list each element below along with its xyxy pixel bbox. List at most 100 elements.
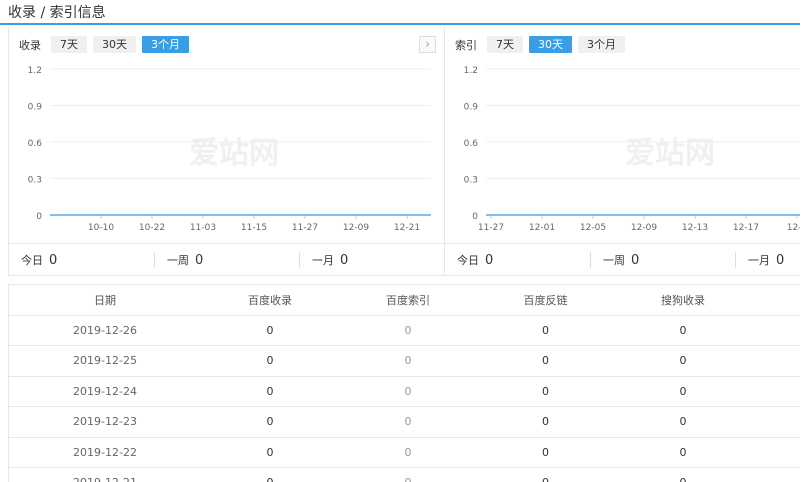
value-cell: 0 bbox=[339, 467, 477, 482]
chevron-right-icon[interactable]: › bbox=[419, 36, 436, 53]
stat-label: 一周 bbox=[167, 254, 189, 267]
watermark-text: 爱站网 bbox=[625, 136, 715, 171]
value-cell bbox=[752, 345, 800, 377]
date-cell: 2019-12-25 bbox=[9, 345, 201, 377]
column-header[interactable]: 日期 bbox=[9, 285, 201, 316]
title-underline bbox=[0, 23, 800, 25]
y-tick-label: 0.6 bbox=[464, 139, 479, 149]
column-header[interactable]: 百度索引 bbox=[339, 285, 477, 316]
stat-today: 今日 0 bbox=[9, 252, 154, 268]
watermark-text: 爱站网 bbox=[189, 136, 279, 171]
value-cell: 0 bbox=[614, 345, 752, 377]
y-tick-label: 1.2 bbox=[464, 66, 478, 76]
value-cell: 0 bbox=[339, 437, 477, 468]
value-cell: 0 bbox=[201, 437, 339, 468]
index-label: 索引 bbox=[455, 38, 477, 52]
y-tick-label: 0.3 bbox=[28, 176, 42, 186]
stat-month: 一月 0 bbox=[735, 252, 800, 268]
y-tick-label: 1.2 bbox=[28, 66, 42, 76]
stat-week: 一周 0 bbox=[154, 252, 299, 268]
value-cell: 0 bbox=[201, 467, 339, 482]
stat-value: 0 bbox=[195, 252, 204, 268]
table-row: 2019-12-22 0 0 0 0 bbox=[9, 437, 800, 468]
tab-30-days[interactable]: 30天 bbox=[93, 36, 136, 53]
page-title: 收录 / 索引信息 bbox=[8, 5, 106, 21]
x-tick-label: 12-05 bbox=[580, 223, 606, 233]
y-tick-label: 0.9 bbox=[464, 103, 479, 113]
table-header-row: 日期百度收录百度索引百度反链搜狗收录3 bbox=[9, 285, 800, 316]
stat-label: 一月 bbox=[312, 254, 334, 267]
index-count-label: 收录 bbox=[19, 38, 41, 52]
value-cell: 0 bbox=[477, 315, 614, 346]
date-cell: 2019-12-23 bbox=[9, 406, 201, 438]
x-tick-label: 11-15 bbox=[241, 223, 267, 233]
x-tick-label: 12-01 bbox=[529, 223, 555, 233]
index-count-tabs: 收录 7天 30天 3个月 bbox=[19, 36, 189, 53]
date-cell: 2019-12-21 bbox=[9, 467, 201, 482]
value-cell: 0 bbox=[614, 406, 752, 438]
x-tick-label: 11-27 bbox=[478, 223, 504, 233]
value-cell: 0 bbox=[614, 376, 752, 407]
y-tick-label: 0 bbox=[472, 212, 478, 222]
value-cell bbox=[752, 437, 800, 468]
value-cell: 0 bbox=[477, 467, 614, 482]
table-row: 2019-12-25 0 0 0 0 bbox=[9, 345, 800, 377]
y-tick-label: 0 bbox=[36, 212, 42, 222]
value-cell: 0 bbox=[339, 406, 477, 438]
stat-value: 0 bbox=[49, 252, 58, 268]
x-tick-label: 10-10 bbox=[88, 223, 114, 233]
x-tick-label: 11-03 bbox=[190, 223, 216, 233]
x-tick-label: 12-09 bbox=[343, 223, 369, 233]
stat-label: 一周 bbox=[603, 254, 625, 267]
data-table-container: 日期百度收录百度索引百度反链搜狗收录3 2019-12-2600002019-1… bbox=[8, 284, 800, 482]
tab-3-months[interactable]: 3个月 bbox=[142, 36, 189, 53]
table-row: 2019-12-24 0 0 0 0 bbox=[9, 376, 800, 407]
value-cell: 0 bbox=[339, 315, 477, 346]
index-stats: 今日 0 一周 0 一月 0 bbox=[445, 243, 800, 276]
stat-value: 0 bbox=[485, 252, 494, 268]
column-header[interactable]: 百度收录 bbox=[201, 285, 339, 316]
tab-7-days[interactable]: 7天 bbox=[487, 36, 523, 53]
value-cell: 0 bbox=[614, 467, 752, 482]
value-cell: 0 bbox=[477, 406, 614, 438]
stat-month: 一月 0 bbox=[299, 252, 444, 268]
tab-3-months[interactable]: 3个月 bbox=[578, 36, 625, 53]
table-row: 2019-12-23 0 0 0 0 bbox=[9, 406, 800, 438]
value-cell bbox=[752, 376, 800, 407]
charts-area: 收录 7天 30天 3个月 › 爱站网 1.2 0.9 0.6 0.3 0 10-10 10-… bbox=[8, 27, 800, 276]
data-table: 日期百度收录百度索引百度反链搜狗收录3 2019-12-2600002019-1… bbox=[9, 285, 800, 482]
x-tick-label: 12-17 bbox=[733, 223, 759, 233]
value-cell bbox=[752, 315, 800, 346]
column-header[interactable]: 百度反链 bbox=[477, 285, 614, 316]
table-body: 2019-12-26 0 0 0 0 2019-12-25 0 0 0 0 2019-12-24 0 0… bbox=[9, 315, 800, 482]
x-tick-label: 12-2 bbox=[787, 223, 800, 233]
tab-7-days[interactable]: 7天 bbox=[51, 36, 87, 53]
value-cell: 0 bbox=[477, 345, 614, 377]
index-count-stats: 今日 0 一周 0 一月 0 bbox=[9, 243, 444, 276]
index-tabs: 索引 7天 30天 3个月 bbox=[455, 36, 625, 53]
stat-label: 一月 bbox=[748, 254, 770, 267]
value-cell: 0 bbox=[614, 437, 752, 468]
table-row: 2019-12-210000 bbox=[9, 467, 800, 482]
stat-label: 今日 bbox=[457, 254, 479, 267]
value-cell bbox=[752, 467, 800, 482]
column-header[interactable]: 3 bbox=[752, 285, 800, 316]
column-header[interactable]: 搜狗收录 bbox=[614, 285, 752, 316]
value-cell bbox=[752, 406, 800, 438]
stat-value: 0 bbox=[631, 252, 640, 268]
stat-label: 今日 bbox=[21, 254, 43, 267]
stat-value: 0 bbox=[776, 252, 785, 268]
tab-30-days[interactable]: 30天 bbox=[529, 36, 572, 53]
stat-week: 一周 0 bbox=[590, 252, 735, 268]
date-cell: 2019-12-22 bbox=[9, 437, 201, 468]
x-tick-label: 12-21 bbox=[394, 223, 420, 233]
date-cell: 2019-12-26 bbox=[9, 315, 201, 346]
index-count-panel: 收录 7天 30天 3个月 › 爱站网 1.2 0.9 0.6 0.3 0 10-10 10-… bbox=[9, 27, 445, 276]
x-tick-label: 11-27 bbox=[292, 223, 318, 233]
x-tick-label: 12-13 bbox=[682, 223, 708, 233]
value-cell: 0 bbox=[201, 406, 339, 438]
date-cell: 2019-12-24 bbox=[9, 376, 201, 407]
value-cell: 0 bbox=[477, 437, 614, 468]
value-cell: 0 bbox=[614, 315, 752, 346]
value-cell: 0 bbox=[339, 376, 477, 407]
